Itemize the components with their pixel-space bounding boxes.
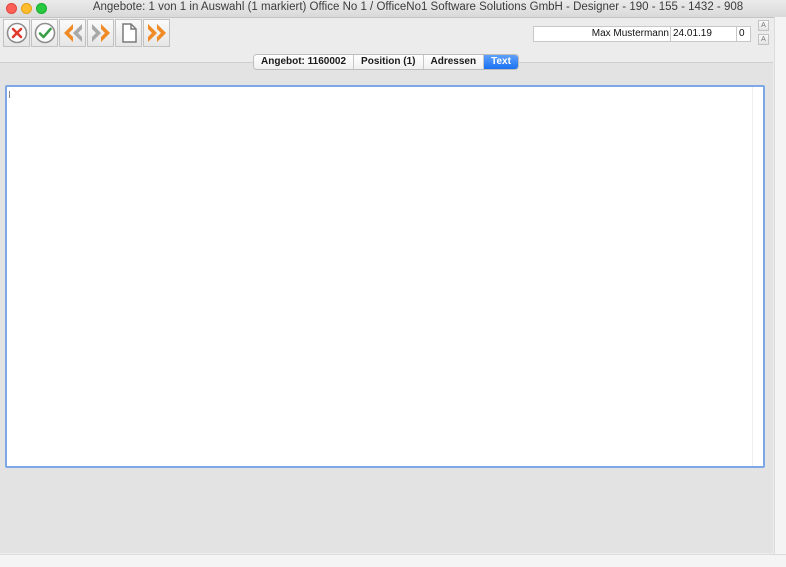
window-vertical-scrollbar[interactable]	[774, 17, 786, 554]
tab-position[interactable]: Position (1)	[354, 55, 424, 69]
user-name-field[interactable]: Max Mustermann	[533, 26, 673, 42]
double-chevron-right-icon	[91, 24, 110, 42]
text-cursor	[9, 91, 10, 98]
tab-angebot[interactable]: Angebot: 1160002	[254, 55, 355, 69]
window-minimize-button[interactable]	[21, 3, 32, 14]
checkmark-icon	[34, 22, 55, 44]
date-field[interactable]: 24.01.19	[670, 26, 737, 42]
double-chevron-left-icon	[63, 24, 82, 42]
title-bar: Angebote: 1 von 1 in Auswahl (1 markiert…	[0, 0, 786, 18]
tab-bar: Angebot: 1160002 Position (1) Adressen T…	[253, 54, 519, 70]
count-field[interactable]: 0	[736, 26, 751, 42]
cancel-icon	[6, 22, 27, 44]
previous-button[interactable]	[59, 19, 86, 47]
double-chevron-right-icon	[147, 24, 166, 42]
font-size-increase-button[interactable]: A	[758, 20, 769, 31]
document-icon	[121, 23, 137, 43]
new-document-button[interactable]	[115, 19, 142, 47]
toolbar: Max Mustermann 24.01.19 0 A A	[0, 18, 786, 49]
tab-text[interactable]: Text	[484, 55, 518, 69]
font-size-decrease-button[interactable]: A	[758, 34, 769, 45]
forward-button[interactable]	[143, 19, 170, 47]
confirm-button[interactable]	[31, 19, 58, 47]
text-editor[interactable]	[5, 85, 765, 468]
tab-adressen[interactable]: Adressen	[423, 55, 485, 69]
window-zoom-button[interactable]	[36, 3, 47, 14]
text-editor-scrollbar[interactable]	[752, 87, 763, 466]
window-horizontal-scrollbar[interactable]	[0, 554, 786, 567]
window-close-button[interactable]	[6, 3, 17, 14]
window-title: Angebote: 1 von 1 in Auswahl (1 markiert…	[92, 1, 744, 13]
cancel-button[interactable]	[3, 19, 30, 47]
next-button[interactable]	[87, 19, 114, 47]
